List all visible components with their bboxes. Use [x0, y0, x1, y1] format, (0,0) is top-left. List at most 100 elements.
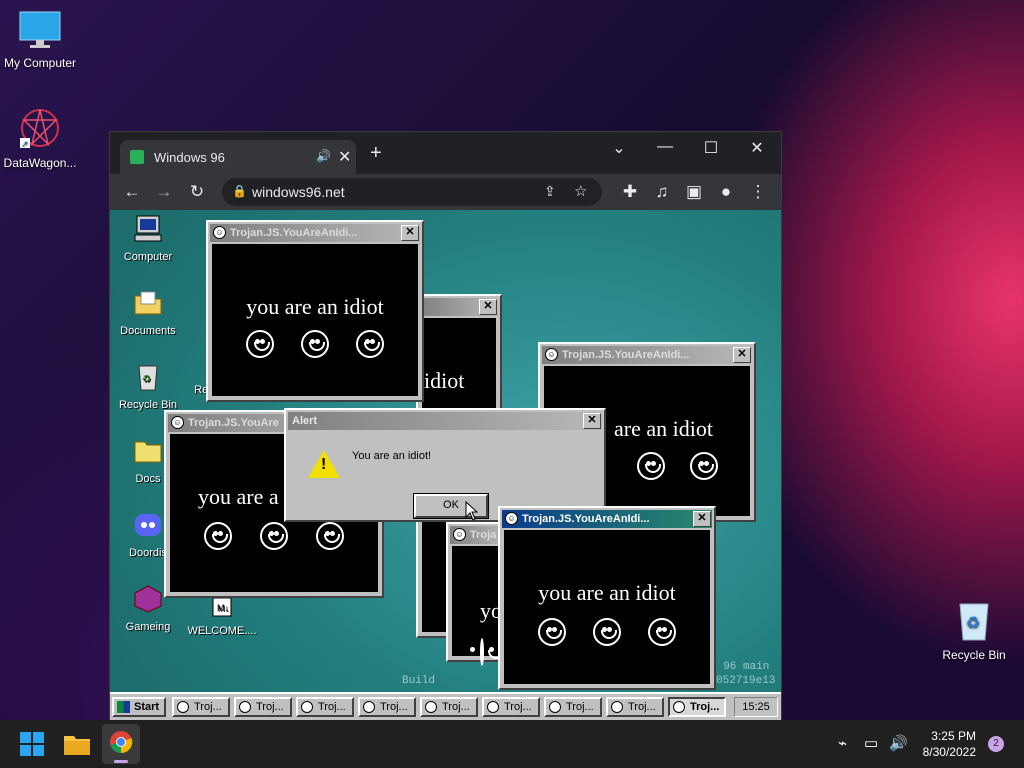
taskbar-button-label: Troj...: [194, 701, 222, 713]
window-close-button[interactable]: ✕: [401, 225, 419, 241]
smiley-row: [504, 618, 710, 646]
tab-title: Windows 96: [154, 150, 225, 165]
smiley-icon: [239, 701, 251, 713]
window-title: Trojan.JS.YouAre: [188, 417, 279, 429]
chrome-browser-window: Windows 96 🔊 ✕ + ⌄ — ☐ ✕ ← → ↻ 🔒 windows…: [109, 131, 782, 721]
smiley-face-icon: [648, 618, 677, 646]
taskbar-button[interactable]: Troj...: [544, 697, 602, 717]
smiley-icon: [673, 701, 685, 713]
smiley-face-icon: [245, 330, 274, 358]
chrome-taskbar-button[interactable]: [102, 724, 140, 764]
smiley-face-icon: [356, 330, 385, 358]
chrome-icon: [110, 731, 133, 754]
window-close-button[interactable]: ✕: [479, 299, 497, 315]
smiley-icon: ☺: [545, 348, 558, 361]
display-icon[interactable]: ▭: [864, 734, 878, 752]
alert-close-button[interactable]: ✕: [583, 413, 601, 429]
recycle-bin-icon: ♻: [959, 603, 989, 641]
alert-dialog[interactable]: Alert ✕ ! You are an idiot! OK: [284, 408, 606, 522]
volume-icon[interactable]: 🔊: [889, 734, 908, 752]
idiot-text: idiot: [424, 368, 465, 393]
active-indicator: [114, 760, 128, 763]
window-close-button[interactable]: ✕: [733, 347, 751, 363]
reload-icon[interactable]: ↻: [186, 182, 208, 202]
notification-badge[interactable]: 2: [988, 736, 1004, 752]
profile-icon[interactable]: ●: [715, 182, 737, 202]
taskbar-button-label: Troj...: [628, 701, 656, 713]
smiley-row: [212, 330, 418, 358]
forward-icon[interactable]: →: [153, 182, 175, 202]
smiley-face-icon: [470, 638, 504, 666]
speaker-icon[interactable]: 🔊: [316, 149, 331, 163]
side-panel-icon[interactable]: ▣: [683, 182, 705, 202]
media-control-icon[interactable]: ♫: [651, 182, 673, 202]
system-clock[interactable]: 3:25 PM 8/30/2022: [923, 728, 976, 760]
taskbar-button[interactable]: Troj...: [234, 697, 292, 717]
mouse-cursor-icon: [465, 501, 479, 521]
monitor-icon: [19, 11, 61, 48]
document-icon: M↓: [212, 597, 232, 617]
minimize-button[interactable]: —: [650, 138, 680, 156]
win96-icon-welcome[interactable]: M↓ WELCOME....: [184, 596, 260, 637]
window-title: Trojan.JS.YouAreAnIdi...: [522, 513, 650, 525]
svg-text:↗: ↗: [21, 139, 29, 149]
alert-titlebar[interactable]: Alert: [288, 412, 602, 430]
tab-windows96[interactable]: Windows 96 🔊 ✕: [120, 140, 356, 174]
taskbar-button[interactable]: Troj...: [172, 697, 230, 717]
smiley-row: [170, 522, 378, 550]
back-icon[interactable]: ←: [121, 182, 143, 202]
smiley-face-icon: [689, 452, 718, 480]
address-bar[interactable]: 🔒 windows96.net ⇪ ☆: [222, 178, 602, 206]
tab-search-icon[interactable]: ⌄: [604, 138, 634, 158]
smiley-face-icon: [316, 522, 344, 550]
desktop-icon-datawagon[interactable]: ↗ DataWagon...: [0, 106, 80, 170]
taskbar-button[interactable]: Troj...: [606, 697, 664, 717]
window-titlebar[interactable]: ☺ Trojan.JS.YouAreAnIdi...: [502, 510, 712, 528]
idiot-text: you are an idiot: [538, 580, 676, 605]
window-titlebar[interactable]: ☺ Trojan.JS.YouAreAnIdi...: [210, 224, 420, 242]
network-icon[interactable]: ⌁: [838, 734, 847, 752]
win96-icon-computer[interactable]: Computer: [110, 214, 186, 263]
taskbar-button[interactable]: Troj...: [482, 697, 540, 717]
desktop-icon-recycle-bin[interactable]: ♻ Recycle Bin: [934, 598, 1014, 662]
start-button[interactable]: Start: [112, 697, 166, 717]
bookmark-star-icon[interactable]: ☆: [574, 182, 587, 200]
lock-icon: 🔒: [232, 184, 247, 198]
smiley-face-icon: [537, 618, 566, 646]
file-explorer-icon[interactable]: [61, 728, 93, 760]
alert-body: ! You are an idiot! OK: [290, 432, 600, 519]
desktop-icon-label: My Computer: [3, 56, 77, 70]
desktop-icon-label: DataWagon...: [3, 156, 77, 170]
trojan-window-1[interactable]: ☺ Trojan.JS.YouAreAnIdi... ✕ you are an i…: [206, 220, 424, 402]
folder-documents-icon: [134, 291, 162, 315]
taskbar-button-label: Troj...: [256, 701, 284, 713]
taskbar-button[interactable]: Troj...: [358, 697, 416, 717]
share-icon[interactable]: ⇪: [544, 183, 556, 200]
menu-icon[interactable]: ⋮: [747, 182, 769, 202]
extensions-icon[interactable]: ✚: [619, 182, 641, 202]
tab-close-icon[interactable]: ✕: [338, 147, 351, 167]
datawagon-logo-icon: ↗: [20, 109, 59, 149]
taskbar-button-active[interactable]: Troj...: [668, 697, 726, 717]
maximize-button[interactable]: ☐: [696, 138, 726, 158]
build-text-right-2: 052719e13: [716, 675, 776, 687]
window-close-button[interactable]: ✕: [693, 511, 711, 527]
taskbar-button-label: Troj...: [318, 701, 346, 713]
smiley-icon: ☺: [505, 512, 518, 525]
tab-strip: Windows 96 🔊 ✕ + ⌄ — ☐ ✕: [110, 132, 781, 174]
windows-start-icon[interactable]: [16, 728, 48, 760]
trojan-window-6[interactable]: ☺ Trojan.JS.YouAreAnIdi... ✕ you are an i…: [498, 506, 716, 690]
start-label: Start: [134, 701, 160, 713]
taskbar-button[interactable]: Troj...: [296, 697, 354, 717]
taskbar-button[interactable]: Troj...: [420, 697, 478, 717]
win96-clock: 15:25: [734, 697, 778, 717]
close-button[interactable]: ✕: [742, 138, 772, 158]
new-tab-button[interactable]: +: [370, 143, 382, 163]
taskbar-button-label: Troj...: [442, 701, 470, 713]
win96-icon-documents[interactable]: Documents: [110, 288, 186, 337]
win96-icon-recycle-bin[interactable]: ♻ Recycle Bin: [110, 362, 186, 411]
warning-icon: !: [308, 450, 340, 478]
desktop-icon-my-computer[interactable]: My Computer: [0, 10, 80, 70]
window-titlebar[interactable]: ☺ Trojan.JS.YouAreAnIdi...: [542, 346, 752, 364]
smiley-face-icon: [592, 618, 621, 646]
